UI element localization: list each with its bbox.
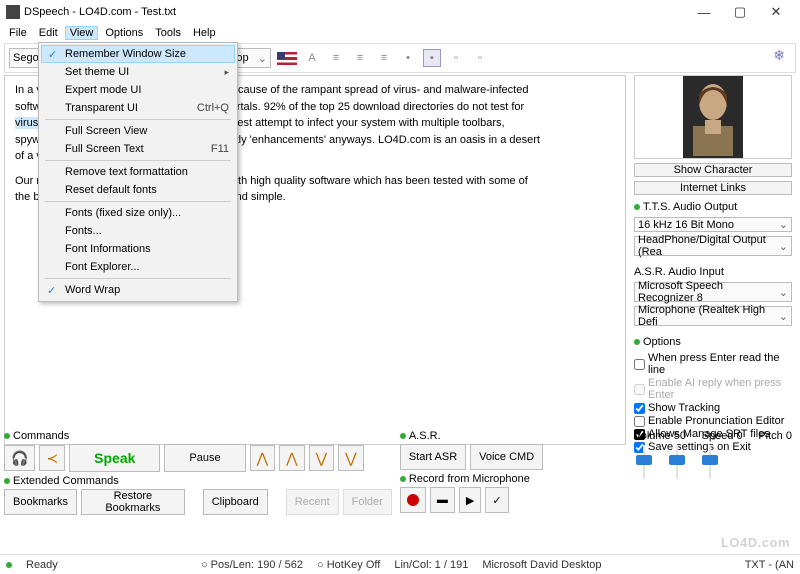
menu-fullscreen-text[interactable]: Full Screen TextF11 <box>41 140 235 158</box>
internet-links-button[interactable]: Internet Links <box>634 181 792 195</box>
volume-slider[interactable] <box>640 445 648 479</box>
restore-bookmarks-button[interactable]: Restore Bookmarks <box>81 489 185 515</box>
menu-file[interactable]: File <box>4 26 32 40</box>
record-label: Record from Microphone <box>409 473 530 485</box>
menu-bar: File Edit View Options Tools Help <box>0 24 800 42</box>
nav-last-button[interactable]: ⋁ <box>338 445 363 471</box>
record-button[interactable] <box>400 487 426 513</box>
menu-fonts-fixed[interactable]: Fonts (fixed size only)... <box>41 204 235 222</box>
opt-ai-reply: Enable AI reply when press Enter <box>634 377 792 401</box>
prev-button[interactable]: ≺ <box>39 445 65 471</box>
voice-cmd-button[interactable]: Voice CMD <box>470 444 543 470</box>
align-left-icon[interactable]: ≡ <box>327 49 345 67</box>
asr-device-combo[interactable]: Microphone (Realtek High Defi <box>634 306 792 326</box>
window-title: DSpeech - LO4D.com - Test.txt <box>24 6 686 18</box>
menu-font-info[interactable]: Font Informations <box>41 240 235 258</box>
status-pos: Pos/Len: 190 / 562 <box>211 559 303 571</box>
menu-reset-fonts[interactable]: Reset default fonts <box>41 181 235 199</box>
menu-remember-size[interactable]: ✓Remember Window Size <box>41 45 235 63</box>
commands-label: Commands <box>13 430 69 442</box>
view-mode-1-icon[interactable]: ▪ <box>423 49 441 67</box>
character-portrait <box>634 75 792 159</box>
flag-us-icon[interactable] <box>277 52 297 65</box>
menu-fonts[interactable]: Fonts... <box>41 222 235 240</box>
menu-font-explorer[interactable]: Font Explorer... <box>41 258 235 276</box>
led-icon <box>4 433 10 439</box>
ext-commands-label: Extended Commands <box>13 475 119 487</box>
align-right-icon[interactable]: ≡ <box>375 49 393 67</box>
menu-help[interactable]: Help <box>188 26 221 40</box>
led-icon <box>400 433 406 439</box>
led-icon <box>634 339 640 345</box>
menu-word-wrap[interactable]: ✓Word Wrap <box>41 281 235 299</box>
record-icon <box>407 494 419 506</box>
tts-label: T.T.S. Audio Output <box>643 201 737 213</box>
view-mode-3-icon[interactable]: ▫ <box>471 49 489 67</box>
headphones-icon[interactable]: 🎧 <box>4 445 35 471</box>
asr-label: A.S.R. Audio Input <box>634 266 724 278</box>
asr-engine-combo[interactable]: Microsoft Speech Recognizer 8 <box>634 282 792 302</box>
led-icon <box>4 478 10 484</box>
menu-transparent-ui[interactable]: Transparent UICtrl+Q <box>41 99 235 117</box>
folder-button: Folder <box>343 489 392 515</box>
menu-edit[interactable]: Edit <box>34 26 63 40</box>
close-button[interactable]: ✕ <box>758 4 794 20</box>
speed-label: Speed 0 <box>702 430 743 442</box>
volume-label: Volume 50 <box>634 430 686 442</box>
menu-fullscreen-view[interactable]: Full Screen View <box>41 122 235 140</box>
pause-button[interactable]: Pause <box>164 444 245 472</box>
menu-tools[interactable]: Tools <box>150 26 186 40</box>
align-center-icon[interactable]: ≡ <box>351 49 369 67</box>
status-txt: TXT - (AN <box>745 559 794 571</box>
font-color-icon[interactable]: A <box>303 49 321 67</box>
clipboard-button[interactable]: Clipboard <box>203 489 268 515</box>
show-character-button[interactable]: Show Character <box>634 163 792 177</box>
menu-set-theme[interactable]: Set theme UI <box>41 63 235 81</box>
start-asr-button[interactable]: Start ASR <box>400 444 466 470</box>
status-ready: Ready <box>26 559 58 571</box>
nav-first-button[interactable]: ⋀ <box>250 445 275 471</box>
led-icon <box>6 562 12 568</box>
nav-prev-button[interactable]: ⋀ <box>279 445 304 471</box>
pitch-label: Pitch 0 <box>758 430 792 442</box>
pitch-slider[interactable] <box>706 445 714 479</box>
status-lincol: Lin/Col: 1 / 191 <box>394 559 468 571</box>
status-voice: Microsoft David Desktop <box>482 559 601 571</box>
menu-view[interactable]: View <box>65 26 99 40</box>
opt-show-tracking[interactable]: Show Tracking <box>634 402 792 414</box>
view-mode-2-icon[interactable]: ▫ <box>447 49 465 67</box>
rec-pause-button[interactable]: ▬ <box>430 487 455 513</box>
status-bar: Ready ○ Pos/Len: 190 / 562 ○ HotKey Off … <box>0 554 800 574</box>
menu-remove-format[interactable]: Remove text formattation <box>41 163 235 181</box>
menu-options[interactable]: Options <box>100 26 148 40</box>
rec-play-button[interactable]: ▶ <box>459 487 481 513</box>
options-label: Options <box>643 336 681 348</box>
nav-next-button[interactable]: ⋁ <box>309 445 334 471</box>
maximize-button[interactable]: ▢ <box>722 4 758 20</box>
bookmarks-button[interactable]: Bookmarks <box>4 489 77 515</box>
recent-button: Recent <box>286 489 339 515</box>
led-icon <box>634 204 640 210</box>
tts-device-combo[interactable]: HeadPhone/Digital Output (Rea <box>634 236 792 256</box>
led-icon <box>400 476 406 482</box>
rec-check-button[interactable]: ✓ <box>485 487 508 513</box>
snowflake-icon[interactable]: ❄ <box>773 47 785 64</box>
app-icon <box>6 5 20 19</box>
speed-slider[interactable] <box>673 445 681 479</box>
speak-button[interactable]: Speak <box>69 444 160 472</box>
opt-pron-editor[interactable]: Enable Pronunciation Editor <box>634 415 792 427</box>
asr-group-label: A.S.R. <box>409 430 441 442</box>
minimize-button[interactable]: — <box>686 5 722 20</box>
watermark: LO4D.com <box>721 535 790 550</box>
bullet-icon[interactable]: • <box>399 49 417 67</box>
menu-expert-mode[interactable]: Expert mode UI <box>41 81 235 99</box>
view-dropdown: ✓Remember Window Size Set theme UI Exper… <box>38 42 238 302</box>
opt-enter-read[interactable]: When press Enter read the line <box>634 352 792 376</box>
status-hotkey: HotKey Off <box>327 559 381 571</box>
tts-rate-combo[interactable]: 16 kHz 16 Bit Mono <box>634 217 792 232</box>
